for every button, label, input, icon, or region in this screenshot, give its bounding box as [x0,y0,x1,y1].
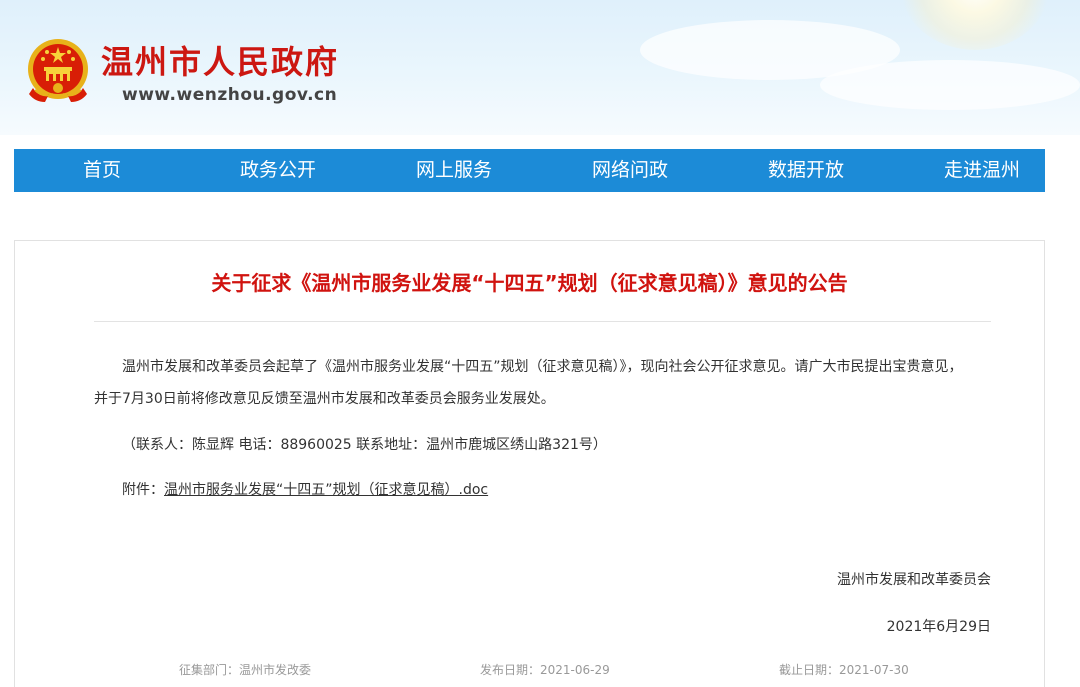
nav-item-open-data[interactable]: 数据开放 [736,149,876,192]
publish-date: 发布日期：2021-06-29 [480,663,610,677]
sun-glow-decoration [900,0,1050,50]
attachment-label: 附件： [122,482,164,498]
attachment-row: 附件：温州市服务业发展“十四五”规划（征求意见稿）.doc [122,477,488,504]
national-emblem-icon[interactable] [25,36,91,106]
nav-item-home[interactable]: 首页 [32,149,172,192]
attachment-download-link[interactable]: 温州市服务业发展“十四五”规划（征求意见稿）.doc [164,482,488,498]
main-nav: 首页 政务公开 网上服务 网络问政 数据开放 走进温州 [14,149,1045,192]
site-domain: www.wenzhou.gov.cn [122,85,338,105]
title-divider [94,321,991,322]
signature-date: 2021年6月29日 [886,619,991,635]
site-name[interactable]: 温州市人民政府 [101,42,339,82]
article-body-line-1: 温州市发展和改革委员会起草了《温州市服务业发展“十四五”规划（征求意见稿）》，现… [122,359,963,375]
nav-item-government-affairs[interactable]: 政务公开 [208,149,348,192]
nav-item-online-inquiry[interactable]: 网络问政 [560,149,700,192]
nav-item-about-wenzhou[interactable]: 走进温州 [912,149,1052,192]
site-header: 温州市人民政府 www.wenzhou.gov.cn [0,0,1080,135]
signature-org: 温州市发展和改革委员会 [837,572,991,588]
page: 温州市人民政府 www.wenzhou.gov.cn 首页 政务公开 网上服务 … [0,0,1080,687]
article-body-line-2: 并于7月30日前将修改意见反馈至温州市发展和改革委员会服务业发展处。 [94,391,555,407]
cloud-decoration [820,60,1080,110]
collection-dept: 征集部门：温州市发改委 [179,663,312,677]
contact-info: （联系人：陈显辉 电话：88960025 联系地址：温州市鹿城区绣山路321号） [122,437,607,453]
nav-item-online-services[interactable]: 网上服务 [384,149,524,192]
article-card: 关于征求《温州市服务业发展“十四五”规划（征求意见稿）》意见的公告 温州市发展和… [14,240,1045,687]
article-title: 关于征求《温州市服务业发展“十四五”规划（征求意见稿）》意见的公告 [211,271,848,295]
deadline-date: 截止日期：2021-07-30 [779,663,909,677]
